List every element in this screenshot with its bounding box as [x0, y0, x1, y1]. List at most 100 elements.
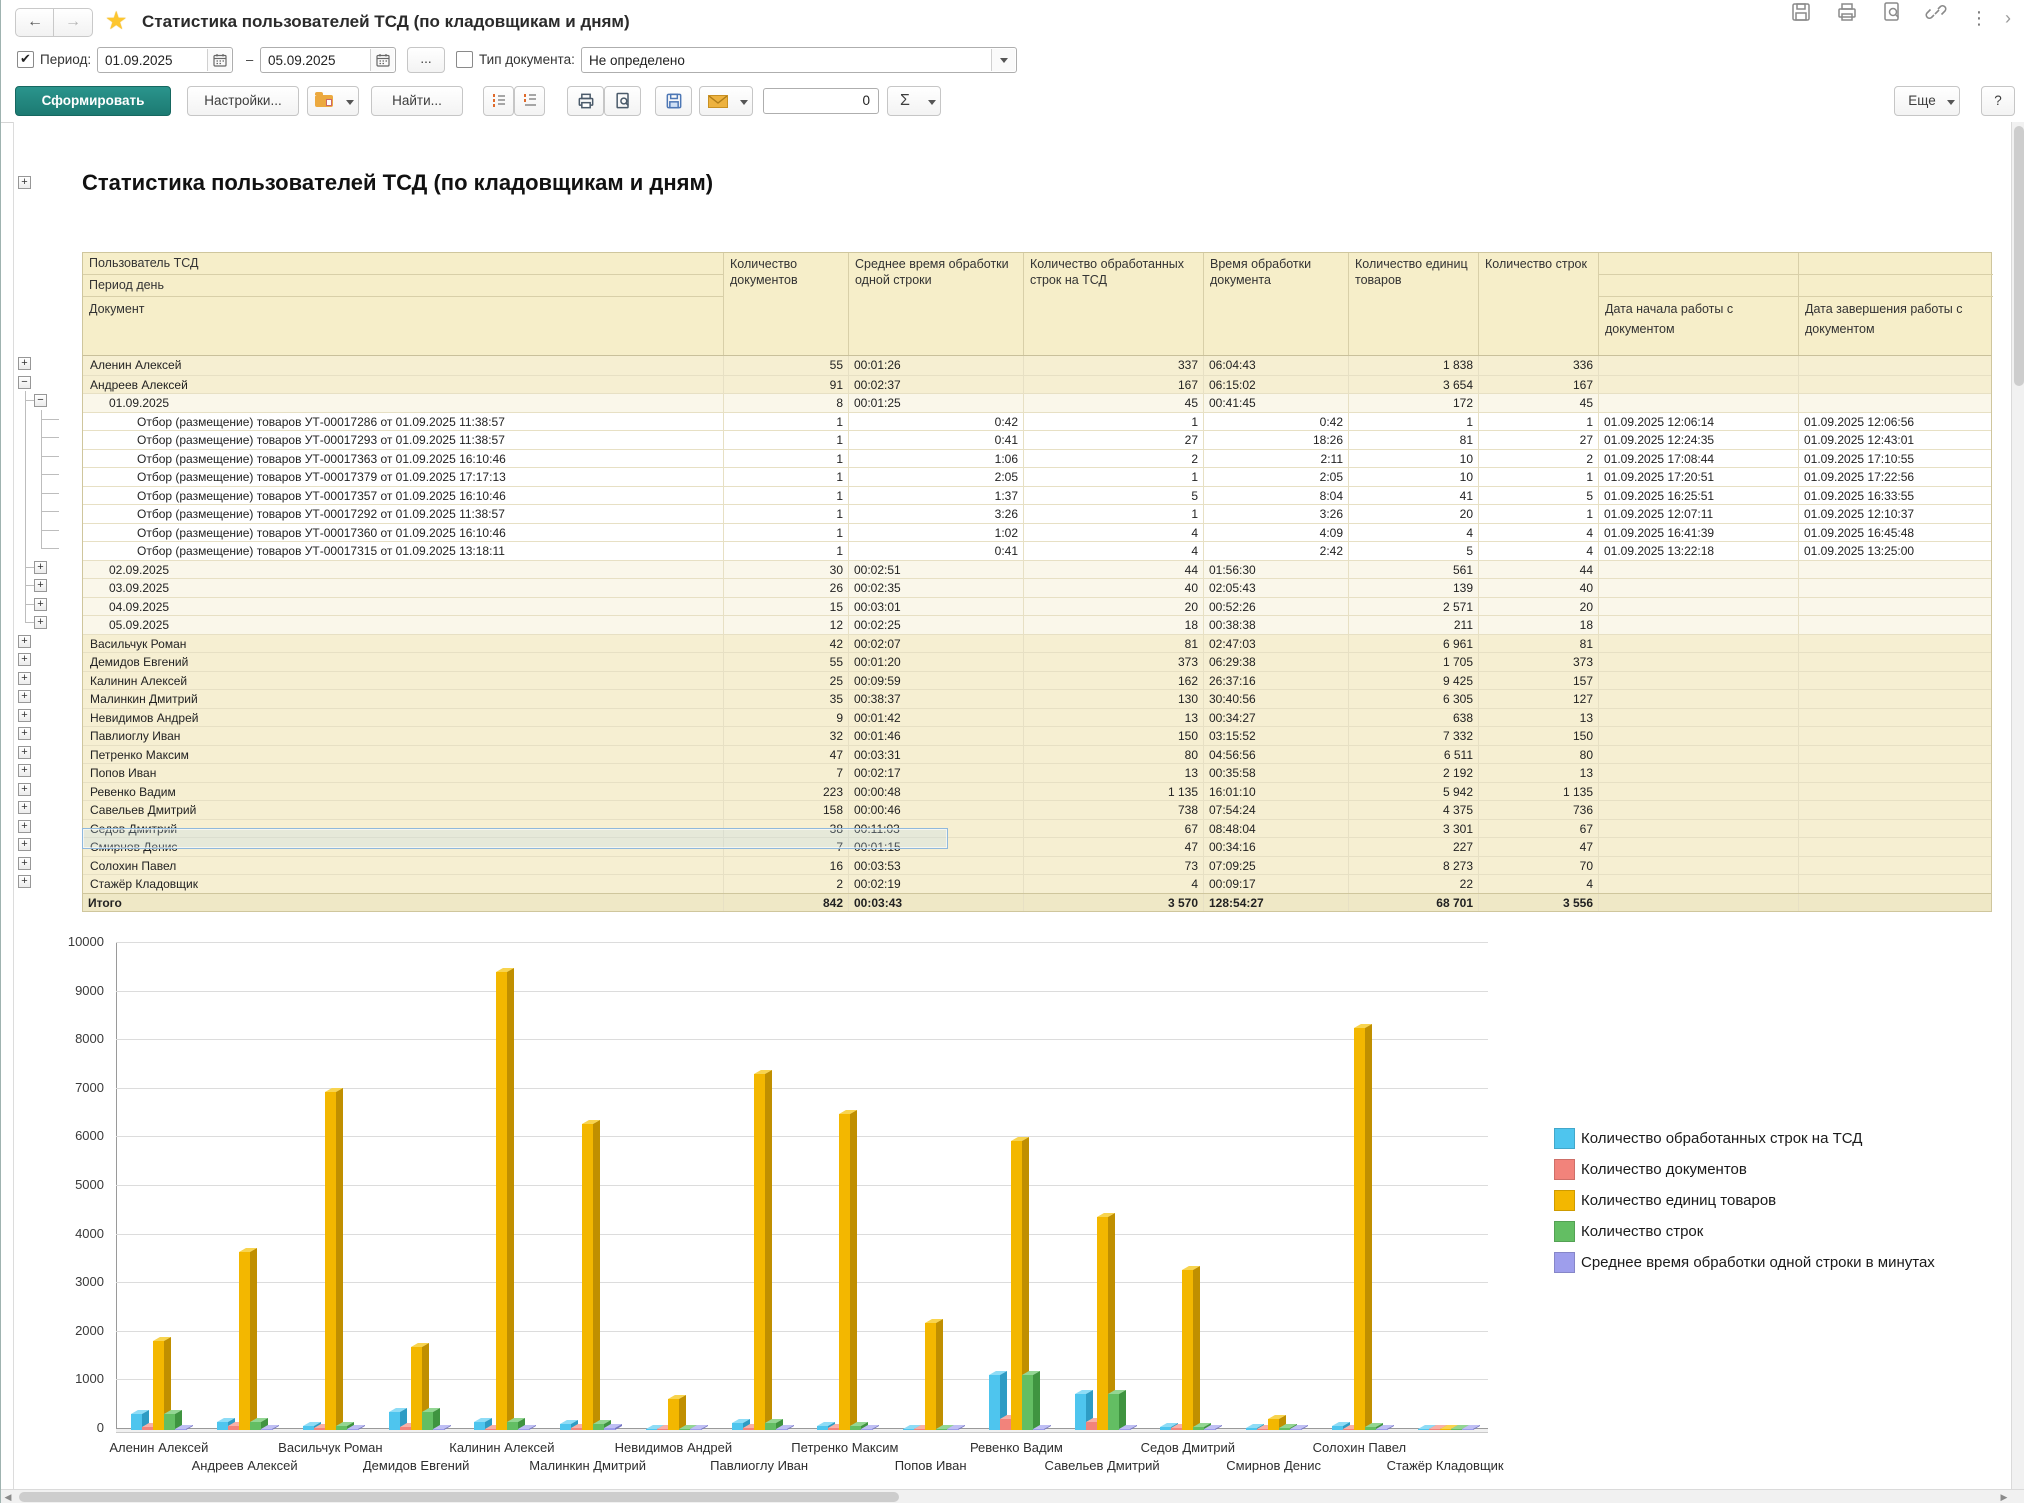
period-from-value[interactable]: 01.09.2025 [105, 53, 173, 68]
chart-bar[interactable] [518, 1429, 530, 1430]
table-row[interactable]: Калинин Алексей 25 00:09:59 162 26:37:16 9 42… [83, 670, 1991, 689]
link-icon[interactable] [1925, 0, 1949, 24]
chart-bar[interactable] [313, 1427, 325, 1430]
chart-bar[interactable] [988, 1374, 1000, 1430]
chart-bar[interactable] [914, 1429, 926, 1430]
header-doc-count[interactable]: Количество документов [723, 253, 848, 355]
collapse-groups-button[interactable] [483, 86, 514, 116]
expander-icon[interactable]: + [18, 745, 31, 759]
chart-bar[interactable] [131, 1413, 143, 1430]
chart-bar[interactable] [947, 1429, 959, 1430]
table-row[interactable]: Отбор (размещение) товаров УТ-00017379 о… [83, 467, 1991, 486]
table-row[interactable]: Попов Иван 7 00:02:17 13 00:35:58 2 192 13 [83, 763, 1991, 782]
expander-icon[interactable]: + [34, 560, 47, 574]
chart-bar[interactable] [153, 1340, 165, 1430]
chart-bar[interactable] [903, 1429, 915, 1430]
chart-bar[interactable] [1096, 1217, 1108, 1430]
preview-icon[interactable] [1880, 0, 1904, 24]
chart-bar[interactable] [324, 1091, 336, 1430]
header-date-start[interactable]: Дата начала работы с документом [1599, 297, 1798, 355]
table-row[interactable]: 01.09.2025 8 00:01:25 45 00:41:45 172 45 [83, 393, 1991, 412]
chart-bar[interactable] [667, 1398, 679, 1430]
expander-icon[interactable]: + [18, 801, 31, 814]
chart-bar[interactable] [142, 1427, 154, 1430]
chart-bar[interactable] [388, 1411, 400, 1430]
chart-bar[interactable] [1417, 1429, 1429, 1430]
table-row[interactable]: Отбор (размещение) товаров УТ-00017360 о… [83, 522, 1991, 541]
chart-bar[interactable] [1353, 1027, 1365, 1430]
send-mail-button[interactable] [699, 86, 753, 116]
table-row[interactable]: Аленин Алексей 55 00:01:26 337 06:04:43 1 838… [83, 356, 1991, 375]
chart-bar[interactable] [1204, 1429, 1216, 1430]
header-units[interactable]: Количество единиц товаров [1348, 253, 1478, 355]
save-icon[interactable] [1789, 0, 1813, 24]
expander-icon[interactable]: + [18, 764, 31, 777]
global-expander-icon[interactable]: + [18, 176, 31, 189]
chart-bar[interactable] [850, 1426, 862, 1430]
window-chevron-icon[interactable]: › [2005, 8, 2024, 32]
expander-icon[interactable]: + [18, 875, 31, 888]
chart-bar[interactable] [1331, 1426, 1343, 1430]
doctype-combobox[interactable]: Не определено [581, 47, 1017, 73]
chart-bar[interactable] [1439, 1428, 1451, 1430]
expander-icon[interactable]: + [18, 653, 31, 666]
chart-bar[interactable] [1461, 1429, 1473, 1430]
chart-bar[interactable] [593, 1423, 605, 1430]
favorite-star-icon[interactable]: ★ [105, 6, 127, 36]
scroll-right-icon[interactable]: ▶ [1997, 1490, 2011, 1503]
calendar-icon[interactable] [370, 49, 394, 71]
expander-icon[interactable]: + [34, 597, 47, 611]
chart-bar[interactable] [1450, 1429, 1462, 1430]
vertical-scrollbar[interactable] [2011, 122, 2024, 1489]
expander-icon[interactable]: + [34, 616, 47, 629]
chart-bar[interactable] [742, 1428, 754, 1430]
kebab-menu-icon[interactable]: ⋮ [1967, 8, 1991, 32]
chart-bar[interactable] [839, 1113, 851, 1430]
chart-bar[interactable] [1375, 1429, 1387, 1430]
table-row[interactable]: Отбор (размещение) товаров УТ-00017292 о… [83, 504, 1991, 523]
header-date-end[interactable]: Дата завершения работы с документом [1799, 297, 1993, 355]
chart-bar[interactable] [861, 1429, 873, 1430]
expander-icon[interactable]: − [34, 394, 47, 407]
table-row[interactable]: Отбор (размещение) товаров УТ-00017286 о… [83, 411, 1991, 430]
dropdown-arrow-icon[interactable] [991, 49, 1015, 71]
table-row[interactable]: Ревенко Вадим 223 00:00:48 1 135 16:01:10 5 9… [83, 781, 1991, 800]
chart-bar[interactable] [1010, 1141, 1022, 1430]
expand-groups-button[interactable] [514, 86, 545, 116]
print-button[interactable] [567, 86, 604, 116]
back-button[interactable]: ← [15, 8, 55, 37]
report-variants-button[interactable] [307, 86, 359, 116]
header-user[interactable]: Пользователь ТСД [83, 253, 723, 275]
chart-bar[interactable] [1268, 1418, 1280, 1430]
chart-bar[interactable] [1257, 1429, 1269, 1430]
chart-bar[interactable] [1182, 1269, 1194, 1430]
find-button[interactable]: Найти... [371, 86, 463, 116]
chart-bar[interactable] [175, 1429, 187, 1430]
chart-bar[interactable] [410, 1347, 422, 1430]
chart-bar[interactable] [571, 1428, 583, 1430]
chart-bar[interactable] [399, 1427, 411, 1430]
horizontal-scrollbar[interactable]: ◀ ▶ [1, 1489, 2024, 1503]
chart-bar[interactable] [828, 1427, 840, 1430]
chart-bar[interactable] [239, 1252, 251, 1430]
expander-icon[interactable]: + [34, 579, 47, 592]
table-row[interactable]: Демидов Евгений 55 00:01:20 373 06:29:38 1 70… [83, 652, 1991, 671]
expander-icon[interactable]: + [18, 782, 31, 796]
table-row[interactable]: 02.09.2025 30 00:02:51 44 01:56:30 561 44 [83, 559, 1991, 578]
table-row[interactable]: Итого 842 00:03:43 3 570 128:54:27 68 701 3 55… [83, 892, 1991, 911]
more-actions-button[interactable]: Еще [1894, 86, 1960, 116]
expander-icon[interactable]: + [18, 671, 31, 685]
header-user-column[interactable]: Пользователь ТСД Период день Документ [83, 253, 723, 355]
table-row[interactable]: Невидимов Андрей 9 00:01:42 13 00:34:27 638 13 [83, 707, 1991, 726]
chart-bar[interactable] [421, 1411, 433, 1430]
chart-bar[interactable] [228, 1425, 240, 1430]
vertical-scrollbar-thumb[interactable] [2014, 126, 2024, 386]
period-to-value[interactable]: 05.09.2025 [268, 53, 336, 68]
chart-bar[interactable] [432, 1429, 444, 1430]
header-document[interactable]: Документ [83, 297, 723, 355]
chart-bar[interactable] [999, 1419, 1011, 1430]
print-icon[interactable] [1835, 0, 1859, 24]
chart-bar[interactable] [496, 971, 508, 1430]
chart-bar[interactable] [645, 1429, 657, 1430]
chart-bar[interactable] [1118, 1429, 1130, 1430]
